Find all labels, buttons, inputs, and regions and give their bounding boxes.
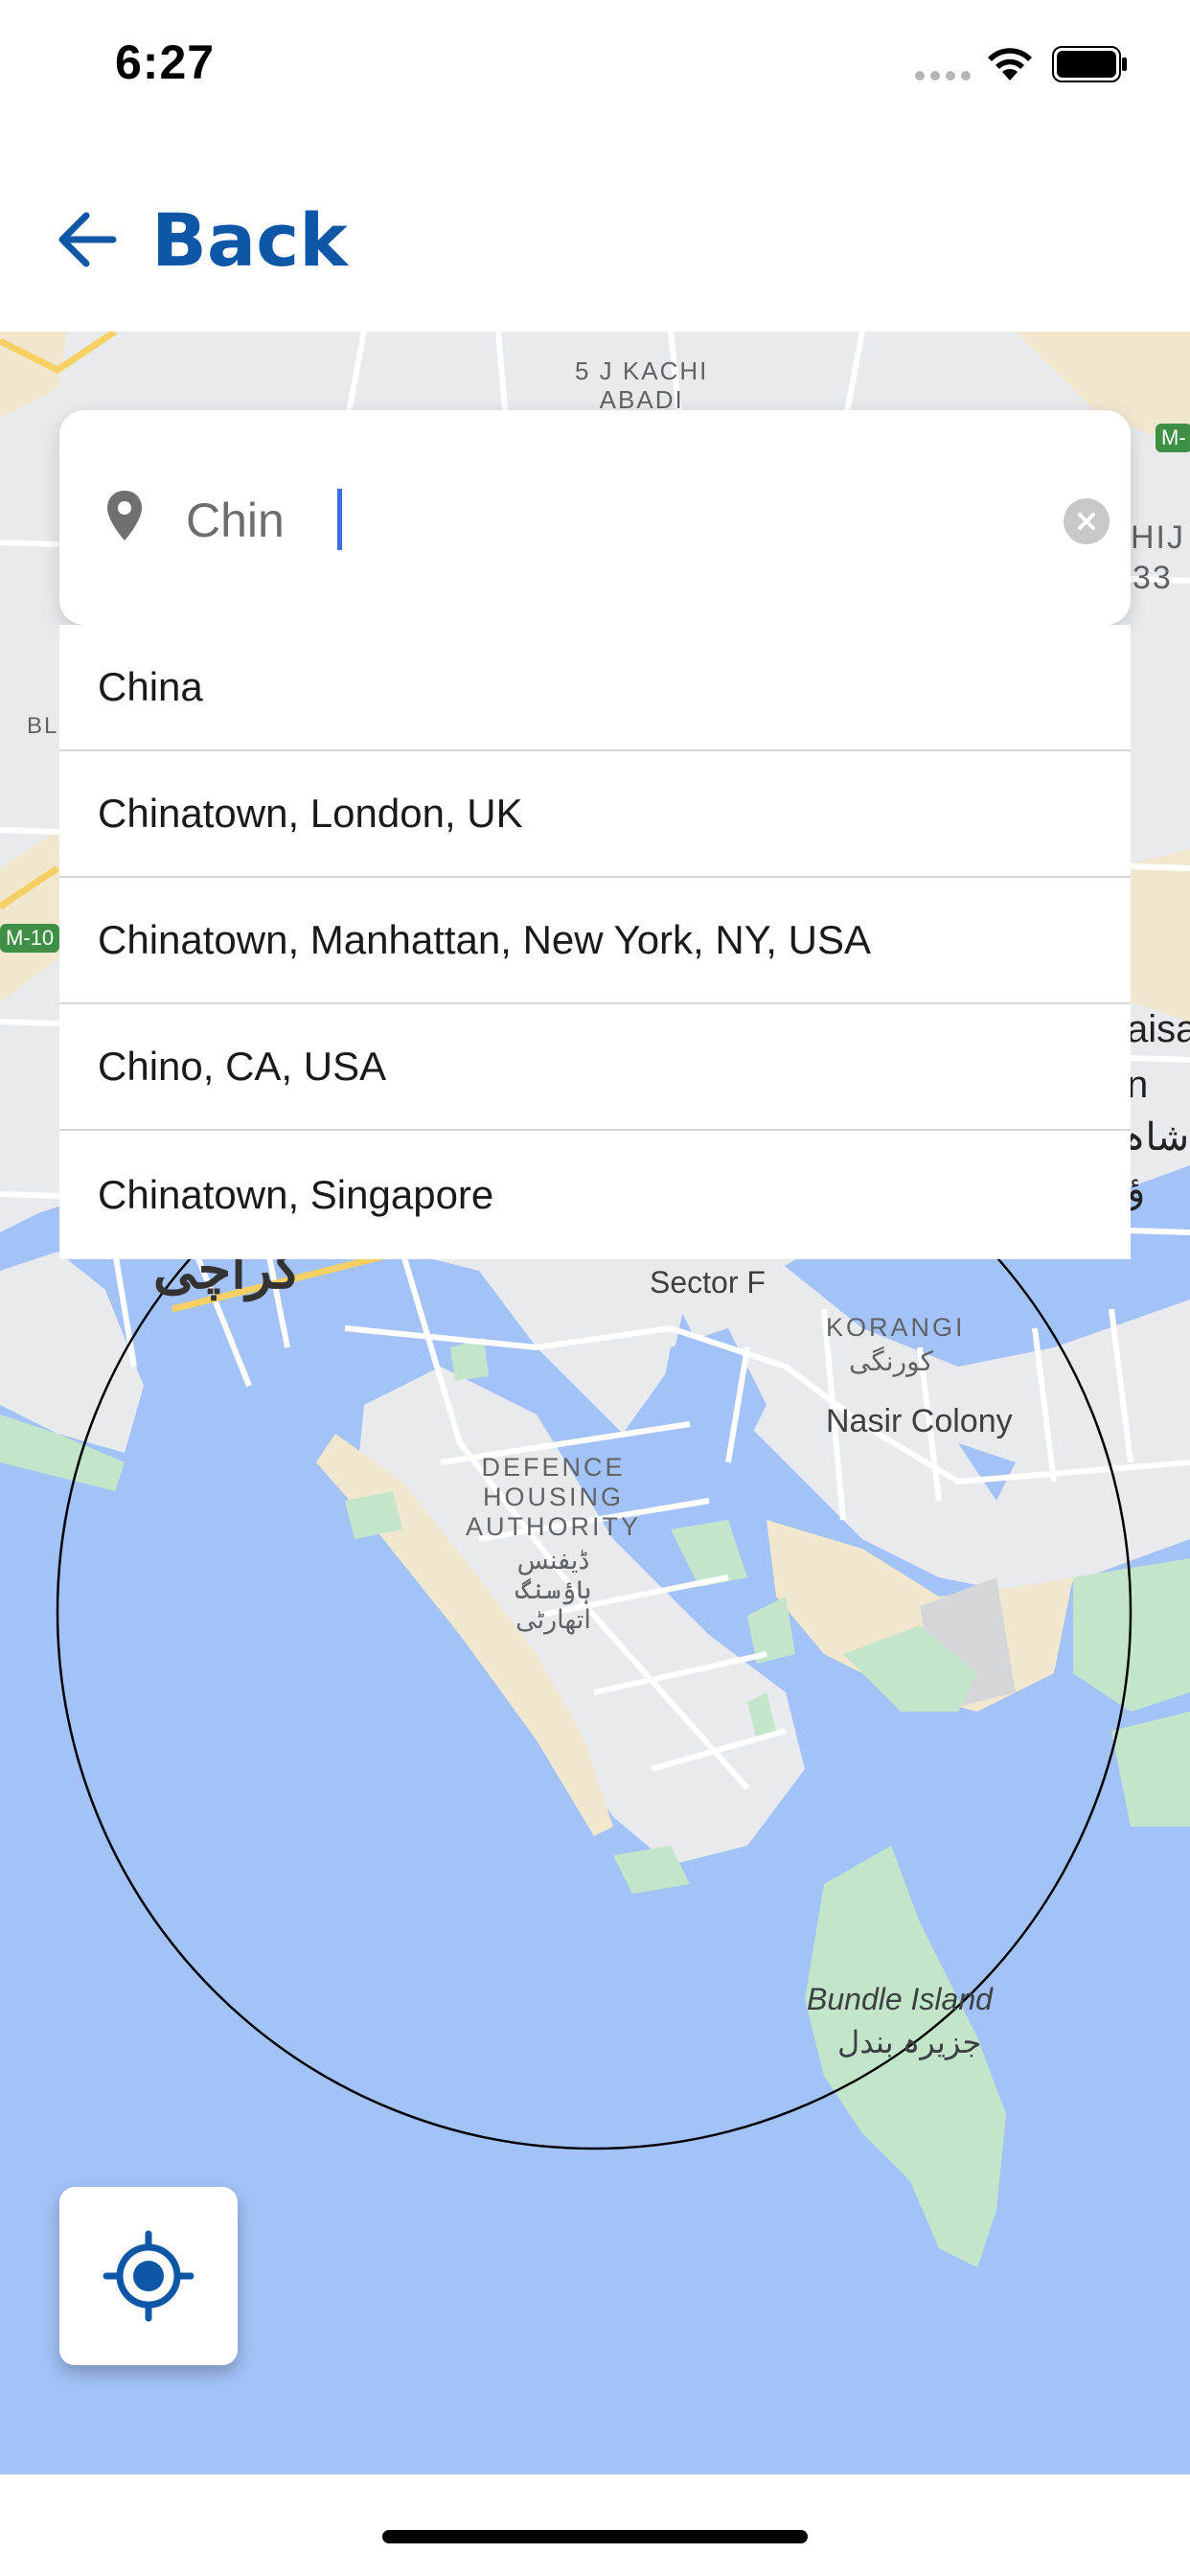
map-label-faisal-3: شاہ — [1123, 1116, 1190, 1159]
map-label-bundle-island-urdu: جزیرہ بندل — [837, 2025, 982, 2059]
suggestion-item[interactable]: Chinatown, Singapore — [59, 1131, 1131, 1259]
map-label-nasir-colony: Nasir Colony — [826, 1403, 1013, 1439]
map-label-sector-f: Sector F — [650, 1265, 766, 1300]
cellular-signal-icon — [915, 71, 971, 80]
suggestion-item[interactable]: Chinatown, London, UK — [59, 751, 1131, 878]
clear-search-button[interactable] — [1064, 498, 1110, 544]
map-label-faisal-1: aisa — [1127, 1008, 1190, 1050]
battery-icon — [1052, 46, 1127, 82]
map-label-korangi: KORANGI — [826, 1313, 966, 1342]
map-label-bl: BL — [27, 713, 59, 739]
search-input[interactable] — [186, 477, 1000, 564]
suggestion-item[interactable]: Chinatown, Manhattan, New York, NY, USA — [59, 878, 1131, 1004]
map-label-right-edge-2: 33 — [1133, 560, 1173, 596]
back-label: Back — [151, 196, 348, 283]
home-indicator — [382, 2530, 808, 2543]
suggestion-item[interactable]: Chino, CA, USA — [59, 1004, 1131, 1131]
map-label-m-badge: M- — [1156, 424, 1190, 452]
map-label-dha: DEFENCE HOUSING AUTHORITY ڈیفنس ہاؤسنگ ا… — [466, 1453, 642, 1634]
text-caret — [337, 489, 342, 550]
my-location-button[interactable] — [59, 2187, 238, 2365]
status-bar: 6:27 — [0, 0, 1190, 134]
location-pin-icon — [107, 491, 142, 540]
suggestion-item[interactable]: China — [59, 625, 1131, 751]
suggestions-list: China Chinatown, London, UK Chinatown, M… — [59, 625, 1131, 1259]
map-label-m10: M-10 — [0, 924, 60, 953]
search-box — [59, 410, 1131, 625]
map-label-kachi: 5 J KACHI ABADI — [575, 356, 709, 414]
back-button[interactable]: Back — [57, 192, 348, 288]
map-label-right-edge-1: HIJ — [1131, 519, 1185, 556]
navigation-bar: Back — [0, 134, 1190, 332]
map-label-bundle-island: Bundle Island — [807, 1982, 993, 2016]
map-label-korangi-urdu: کورنگی — [849, 1346, 933, 1376]
wifi-icon — [988, 48, 1032, 80]
crosshair-location-icon — [103, 2230, 195, 2322]
status-time: 6:27 — [115, 35, 216, 89]
clear-x-icon — [1078, 513, 1095, 530]
arrow-left-icon — [58, 212, 117, 267]
